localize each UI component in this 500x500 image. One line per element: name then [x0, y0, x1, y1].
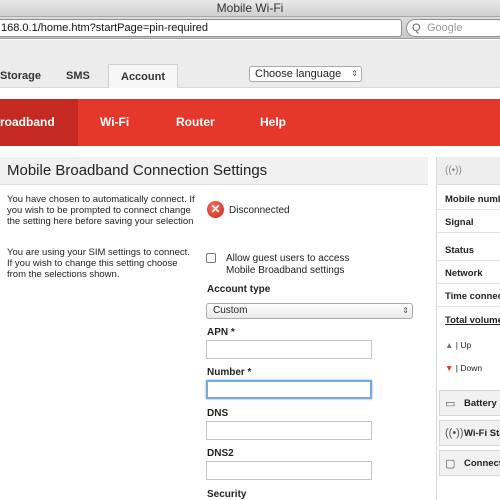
sidebar-mobile-number: Mobile numb: [445, 194, 500, 205]
sidebar-status: Status: [445, 245, 475, 256]
divider: [437, 232, 500, 233]
sidebar-header: ((•)): [437, 157, 500, 185]
account-type-select[interactable]: Custom ⇕: [206, 303, 413, 319]
signal-icon: ((•)): [445, 165, 462, 176]
connected-devices-panel[interactable]: ▢ Connect: [439, 450, 500, 476]
divider: [437, 306, 500, 307]
battery-panel[interactable]: ▭ Battery: [439, 390, 500, 416]
sidebar-signal: Signal: [445, 217, 474, 228]
sidebar-down: | Down: [455, 363, 483, 373]
wifi-icon: ((•)): [445, 427, 464, 439]
tab-sms[interactable]: SMS: [66, 64, 90, 88]
wifi-status-label: Wi-Fi Sta: [464, 428, 500, 439]
main-menu: roadband Wi-Fi Router Help: [0, 99, 500, 146]
language-select-label: Choose language: [255, 68, 342, 80]
search-box[interactable]: Q Google: [406, 19, 500, 37]
menu-item-router[interactable]: Router: [176, 99, 215, 146]
number-input[interactable]: [206, 380, 372, 399]
dns-label: DNS: [207, 408, 229, 419]
browser-toolbar: 168.0.1/home.htm?startPage=pin-required …: [0, 17, 500, 39]
select-arrows-icon: ⇕: [402, 306, 409, 315]
sidebar-network: Network: [445, 268, 483, 279]
number-label: Number *: [207, 367, 252, 378]
search-placeholder: Google: [427, 22, 463, 34]
address-bar[interactable]: 168.0.1/home.htm?startPage=pin-required: [0, 19, 402, 37]
menu-item-mobile-broadband[interactable]: roadband: [0, 99, 78, 146]
sidebar-time-connected: Time connec: [445, 291, 500, 302]
apn-input[interactable]: [206, 340, 372, 359]
status-text: Disconnected: [229, 205, 290, 216]
apn-label: APN *: [207, 327, 235, 338]
window-title: Mobile Wi-Fi: [0, 0, 500, 17]
sim-settings-description: You are using your SIM settings to conne…: [7, 247, 190, 280]
computer-icon: ▢: [445, 458, 456, 470]
page-title: Mobile Broadband Connection Settings: [0, 157, 428, 185]
menu-item-help[interactable]: Help: [260, 99, 286, 146]
sidebar-up: | Up: [455, 340, 472, 350]
dns2-input[interactable]: [206, 461, 372, 480]
language-select[interactable]: Choose language ⇕: [249, 66, 362, 82]
select-arrows-icon: ⇕: [351, 69, 358, 78]
account-type-label: Account type: [207, 284, 271, 295]
divider: [437, 283, 500, 284]
battery-icon: ▭: [445, 398, 456, 410]
status-sidebar: ((•)) Mobile numb Signal Status Network …: [436, 157, 500, 500]
battery-label: Battery: [464, 398, 497, 409]
top-nav: Storage SMS Account Choose language ⇕: [0, 40, 500, 88]
connected-devices-label: Connect: [464, 458, 500, 469]
disconnected-icon: ✕: [207, 201, 224, 218]
account-type-value: Custom: [213, 305, 248, 316]
sidebar-total-volume[interactable]: Total volume: [445, 315, 500, 326]
divider: [437, 260, 500, 261]
auto-connect-description: You have chosen to automatically connect…: [7, 194, 195, 227]
divider: [437, 209, 500, 210]
search-icon: Q: [412, 22, 421, 34]
menu-item-wifi[interactable]: Wi-Fi: [100, 99, 129, 146]
down-arrow-icon: ▼: [445, 363, 454, 373]
guest-access-checkbox[interactable]: [206, 253, 216, 263]
tab-account[interactable]: Account: [108, 64, 178, 88]
up-arrow-icon: ▲: [445, 340, 454, 350]
wifi-status-panel[interactable]: ((•)) Wi-Fi Sta: [439, 420, 500, 446]
dns2-label: DNS2: [207, 448, 234, 459]
security-label: Security: [207, 489, 247, 500]
dns-input[interactable]: [206, 421, 372, 440]
tab-storage[interactable]: Storage: [0, 64, 41, 88]
guest-access-label: Allow guest users to access Mobile Broad…: [226, 253, 350, 276]
